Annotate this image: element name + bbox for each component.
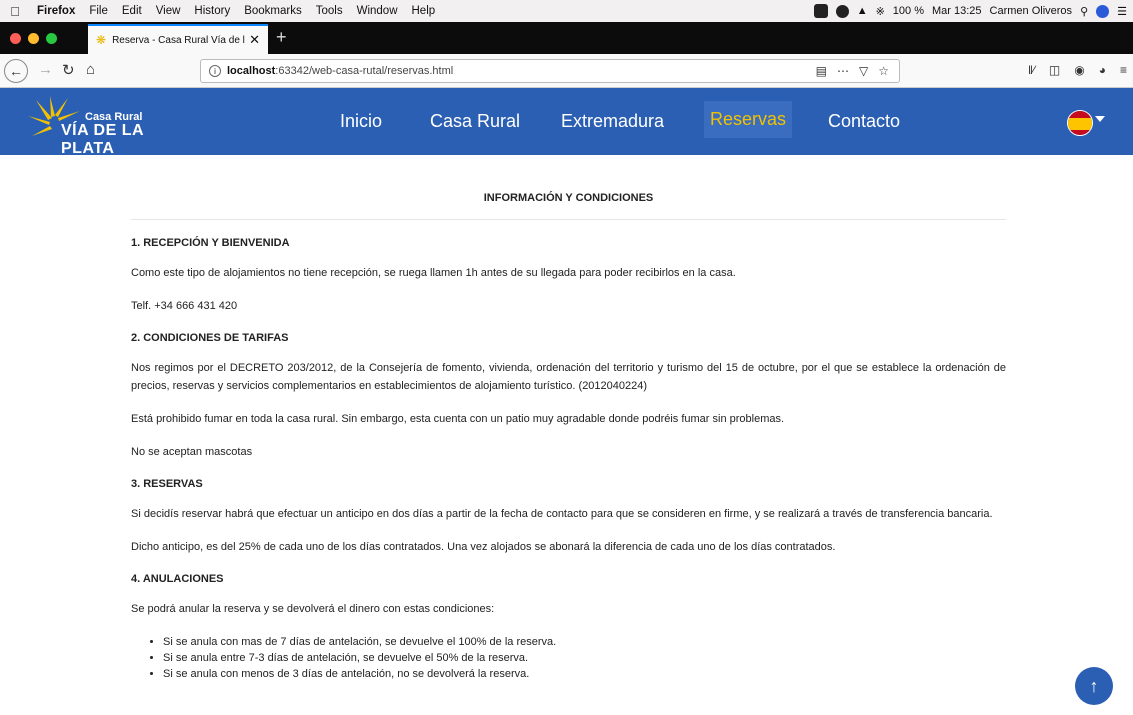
paragraph: Nos regimos por el DECRETO 203/2012, de … xyxy=(131,362,1006,392)
section-title-anulaciones: 4. ANULACIONES xyxy=(131,573,224,585)
paragraph: No se aceptan mascotas xyxy=(131,446,253,458)
bookmark-star-icon[interactable]: ☆ xyxy=(878,64,889,78)
menu-file[interactable]: File xyxy=(82,5,115,17)
battery-label[interactable]: 100 % xyxy=(893,5,924,17)
clock[interactable]: Mar 13:25 xyxy=(932,5,982,17)
menu-history[interactable]: History xyxy=(187,5,237,17)
minimize-window-button[interactable] xyxy=(28,33,39,44)
macos-menu-bar:  Firefox File Edit View History Bookmar… xyxy=(0,0,1133,22)
scroll-to-top-button[interactable]: ↑ xyxy=(1075,667,1113,705)
nav-inicio[interactable]: Inicio xyxy=(340,111,382,132)
paragraph: Se podrá anular la reserva y se devolver… xyxy=(131,603,495,615)
arrow-up-icon: ↑ xyxy=(1089,675,1099,696)
tab-title: Reserva - Casa Rural Vía de la P xyxy=(112,34,245,46)
browser-tab[interactable]: ❋ Reserva - Casa Rural Vía de la P ✕ xyxy=(88,24,268,54)
back-arrow-icon[interactable]: ← xyxy=(4,59,28,83)
nav-contacto[interactable]: Contacto xyxy=(828,111,900,132)
paragraph: Dicho anticipo, es del 25% de cada uno d… xyxy=(131,541,836,553)
site-navbar: Casa Rural VÍA DE LA PLATA Inicio Casa R… xyxy=(0,88,1133,157)
section-title-tarifas: 2. CONDICIONES DE TARIFAS xyxy=(131,332,289,344)
new-tab-icon[interactable]: + xyxy=(276,27,287,48)
browser-toolbar: ← → ↻ ⌂ i localhost :63342/web-casa-ruta… xyxy=(0,54,1133,88)
home-icon[interactable]: ⌂ xyxy=(86,61,95,78)
list-item: Si se anula con menos de 3 días de antel… xyxy=(163,666,1006,682)
user-name[interactable]: Carmen Oliveros xyxy=(990,5,1073,17)
close-window-button[interactable] xyxy=(10,33,21,44)
page-title: INFORMACIÓN Y CONDICIONES xyxy=(131,155,1006,220)
status-area: ▲ ※ 100 % Mar 13:25 Carmen Oliveros ⚲ ☰ xyxy=(813,0,1127,22)
main-content: INFORMACIÓN Y CONDICIONES 1. RECEPCIÓN Y… xyxy=(131,155,1006,682)
hamburger-menu-icon[interactable]: ≡ xyxy=(1120,63,1127,77)
eye-icon[interactable] xyxy=(835,4,849,18)
sun-favicon-icon: ❋ xyxy=(96,33,107,47)
paragraph: Si decidís reservar habrá que efectuar u… xyxy=(131,508,993,520)
menu-view[interactable]: View xyxy=(149,5,188,17)
nav-reservas[interactable]: Reservas xyxy=(704,101,793,138)
sidebar-icon[interactable]: ◫ xyxy=(1049,63,1060,77)
apple-icon[interactable]:  xyxy=(0,4,30,19)
extension-icon[interactable]: ◉ xyxy=(1074,63,1084,77)
menu-edit[interactable]: Edit xyxy=(115,5,149,17)
library-icon[interactable]: ‖∕ xyxy=(1028,63,1035,77)
section-title-reservas: 3. RESERVAS xyxy=(131,478,203,490)
url-bar[interactable]: i localhost :63342/web-casa-rutal/reserv… xyxy=(200,59,900,83)
notification-center-icon[interactable]: ☰ xyxy=(1117,5,1127,18)
teamviewer-icon[interactable] xyxy=(813,4,828,18)
window-controls xyxy=(10,33,57,44)
conditions-list: Si se anula con mas de 7 días de antelac… xyxy=(163,634,1006,682)
nav-casa-rural[interactable]: Casa Rural xyxy=(430,111,520,132)
phone-text: Telf. +34 666 431 420 xyxy=(131,300,238,312)
site-logo[interactable]: Casa Rural VÍA DE LA PLATA xyxy=(28,96,198,157)
toolbar-right: ‖∕ ◫ ◉ ◕ ≡ xyxy=(1028,63,1127,77)
wifi-icon[interactable]: ▲ xyxy=(857,5,868,17)
menu-help[interactable]: Help xyxy=(405,5,443,17)
account-icon[interactable]: ◕ xyxy=(1099,63,1106,77)
forward-arrow-icon[interactable]: → xyxy=(38,61,53,78)
menu-tools[interactable]: Tools xyxy=(309,5,350,17)
nav-extremadura[interactable]: Extremadura xyxy=(561,111,664,132)
menu-app[interactable]: Firefox xyxy=(30,5,82,17)
spotlight-icon[interactable]: ⚲ xyxy=(1080,5,1088,18)
menu-window[interactable]: Window xyxy=(350,5,405,17)
bluetooth-icon[interactable]: ※ xyxy=(876,5,885,18)
reader-view-icon[interactable]: ▤ xyxy=(816,64,827,78)
chevron-down-icon[interactable] xyxy=(1095,116,1105,122)
url-host: localhost xyxy=(227,65,276,77)
paragraph: Está prohibido fumar en toda la casa rur… xyxy=(131,413,785,425)
url-actions: ▤ ⋯ ▽ ☆ xyxy=(816,64,889,78)
menu-bookmarks[interactable]: Bookmarks xyxy=(237,5,309,17)
reload-icon[interactable]: ↻ xyxy=(62,61,75,79)
pocket-icon[interactable]: ▽ xyxy=(859,64,868,78)
url-path: :63342/web-casa-rutal/reservas.html xyxy=(275,65,454,77)
tab-strip: ❋ Reserva - Casa Rural Vía de la P ✕ + xyxy=(0,22,1133,54)
list-item: Si se anula entre 7-3 días de antelación… xyxy=(163,650,1006,666)
info-icon[interactable]: i xyxy=(209,65,221,77)
logo-line2: VÍA DE LA PLATA xyxy=(61,122,144,157)
siri-icon[interactable] xyxy=(1096,4,1110,18)
list-item: Si se anula con mas de 7 días de antelac… xyxy=(163,634,1006,650)
paragraph: Como este tipo de alojamientos no tiene … xyxy=(131,267,736,279)
maximize-window-button[interactable] xyxy=(46,33,57,44)
section-title-recepcion: 1. RECEPCIÓN Y BIENVENIDA xyxy=(131,237,290,249)
page-actions-icon[interactable]: ⋯ xyxy=(837,64,849,78)
spain-flag-icon[interactable] xyxy=(1067,110,1093,136)
close-tab-icon[interactable]: ✕ xyxy=(249,32,260,48)
